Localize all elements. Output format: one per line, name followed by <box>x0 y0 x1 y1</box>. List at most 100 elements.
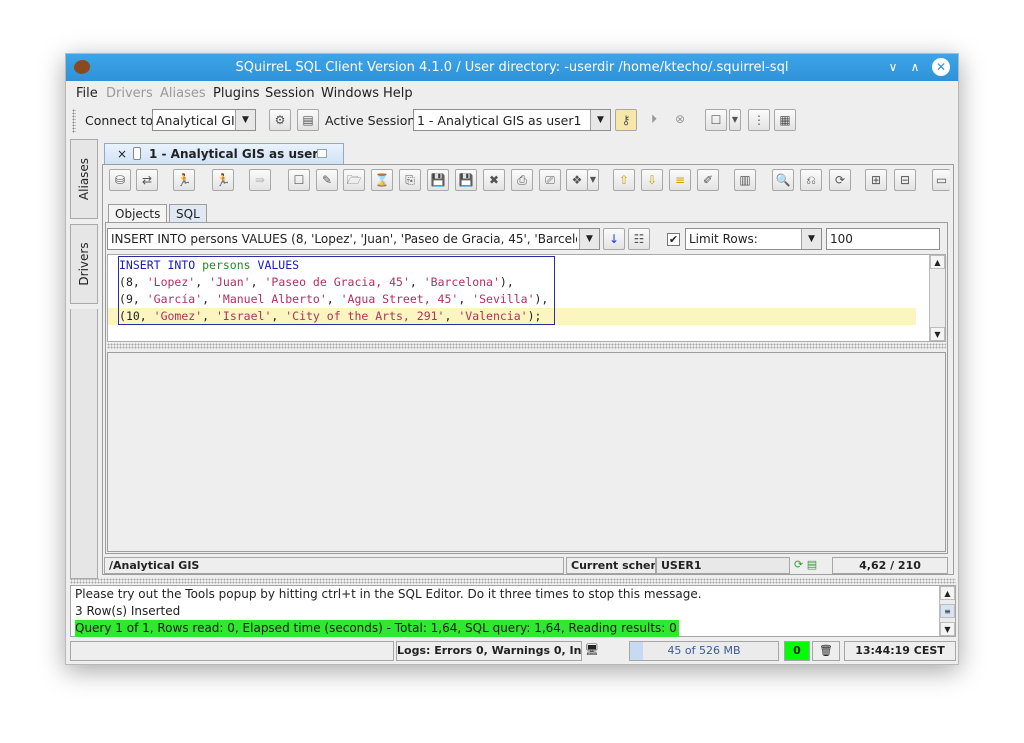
detach-icon[interactable] <box>317 149 327 158</box>
sql-history-value: INSERT INTO persons VALUES (8, 'Lopez', … <box>111 232 577 246</box>
refresh-button[interactable]: ⛁ <box>109 169 131 191</box>
menu-aliases[interactable]: Aliases <box>160 86 206 101</box>
chevron-down-icon[interactable]: ▼ <box>235 110 255 130</box>
toolbar-grip[interactable] <box>72 109 76 133</box>
bookmarks-dropdown[interactable]: ▼ <box>587 169 599 191</box>
menu-windows[interactable]: Windows <box>321 86 379 101</box>
new-session-button[interactable]: ▤ <box>297 109 319 131</box>
scroll-up-icon[interactable]: ▲ <box>930 255 945 269</box>
code-punct: ), <box>534 292 549 306</box>
minimize-button[interactable]: ∨ <box>884 58 902 76</box>
menu-session[interactable]: Session <box>265 86 315 101</box>
tree-view-button[interactable]: ⋮ <box>748 109 770 131</box>
chevron-down-icon[interactable]: ▼ <box>579 229 599 249</box>
session-properties-button[interactable]: ⚷ <box>615 109 637 131</box>
layout-button[interactable]: ▥ <box>734 169 756 191</box>
side-tab-drivers[interactable]: Drivers <box>70 224 98 304</box>
tools-button[interactable]: ✐ <box>697 169 719 191</box>
new-doc-icon: ☐ <box>293 173 305 187</box>
memory-meter[interactable]: 45 of 526 MB <box>629 641 779 661</box>
printer-icon: ⎙ <box>517 173 527 187</box>
title-bar[interactable]: SQuirreL SQL Client Version 4.1.0 / User… <box>66 54 958 81</box>
scroll-down-icon[interactable]: ▼ <box>940 622 955 636</box>
code-string: 'García' <box>146 292 203 306</box>
new-sql-button[interactable]: ☐ <box>288 169 310 191</box>
close-tab-icon[interactable]: × <box>117 147 127 161</box>
copy-to-editor-button[interactable]: ↓ <box>603 228 625 250</box>
stop-sql-button[interactable]: ⇛ <box>249 169 271 191</box>
replace-button[interactable]: ⎌ <box>800 169 822 191</box>
scroll-down-icon[interactable]: ▼ <box>930 327 945 341</box>
new-file-dropdown[interactable]: ▼ <box>729 109 741 131</box>
sql-history-combo[interactable]: INSERT INTO persons VALUES (8, 'Lopez', … <box>107 228 600 250</box>
tab-sql[interactable]: SQL <box>169 204 207 224</box>
session-tab[interactable]: × 1 - Analytical GIS as user1 <box>104 143 344 165</box>
message-splitter[interactable] <box>70 578 956 584</box>
app-status-bar: Logs: Errors 0, Warnings 0, Infos 11 🖥 4… <box>70 641 956 661</box>
side-tab-aliases[interactable]: Aliases <box>70 139 98 219</box>
print-button[interactable]: ⎙ <box>511 169 533 191</box>
next-button[interactable]: ⇩ <box>641 169 663 191</box>
connect-to-combo[interactable]: Analytical GIS ▼ <box>152 109 256 131</box>
history-list-button[interactable]: ☷ <box>628 228 650 250</box>
message-scrollbar[interactable]: ▲ ≡ ▼ <box>939 586 955 636</box>
code-line: INSERT INTO persons VALUES <box>119 257 548 274</box>
arrow-down-icon: ↓ <box>608 232 620 246</box>
limit-rows-input[interactable]: 100 <box>826 228 940 250</box>
stop-button[interactable]: ⊗ <box>669 109 691 131</box>
log-icon[interactable]: 🖥 <box>582 641 602 661</box>
menu-plugins[interactable]: Plugins <box>213 86 260 101</box>
schema-refresh-icon[interactable]: ⟳ ▤ <box>790 557 830 574</box>
save-as-button[interactable]: 💾 <box>455 169 477 191</box>
close-icon: ✖ <box>488 173 500 187</box>
connect-to-label: Connect to: <box>85 113 158 128</box>
bookmarks-button[interactable]: ❖ <box>566 169 588 191</box>
side-tab-aliases-label: Aliases <box>77 157 91 201</box>
code-punct: , <box>132 275 147 289</box>
garbage-collect-button[interactable]: 🗑 <box>812 641 840 661</box>
scroll-thumb[interactable]: ≡ <box>940 604 955 618</box>
uppercase-button[interactable]: ⊞ <box>865 169 887 191</box>
open-file-button[interactable]: 🗁 <box>343 169 365 191</box>
menu-help[interactable]: Help <box>383 86 413 101</box>
code-punct: , <box>444 309 459 323</box>
lowercase-button[interactable]: ⊟ <box>894 169 916 191</box>
memory-usage: 45 of 526 MB <box>667 644 741 657</box>
chevron-down-icon[interactable]: ▼ <box>590 110 610 130</box>
sql-editor[interactable]: INSERT INTO persons VALUES (8, 'Lopez', '… <box>107 254 946 342</box>
connect-toolbar: Connect to: Analytical GIS ▼ ⚙ ▤ Active … <box>66 105 958 137</box>
editor-scrollbar[interactable]: ▲ ▼ <box>929 255 945 341</box>
save-button[interactable]: 💾 <box>427 169 449 191</box>
more-tools-button[interactable]: ▭ <box>932 169 950 191</box>
recent-files-button[interactable]: ⌛ <box>371 169 393 191</box>
active-session-combo[interactable]: 1 - Analytical GIS as user1 ▼ <box>413 109 611 131</box>
connect-alias-button[interactable]: ⚙ <box>269 109 291 131</box>
menu-drivers[interactable]: Drivers <box>106 86 153 101</box>
edit-sql-button[interactable]: ✎ <box>316 169 338 191</box>
tab-objects[interactable]: Objects <box>108 204 168 224</box>
stop-icon: ⊗ <box>674 112 686 126</box>
find-button[interactable]: 🔍 <box>772 169 794 191</box>
chevron-down-icon[interactable]: ▼ <box>801 229 821 249</box>
run-sql-button[interactable]: 🏃 <box>173 169 195 191</box>
editor-results-splitter[interactable] <box>107 343 946 349</box>
append-file-button[interactable]: ⎘ <box>399 169 421 191</box>
clock: 13:44:19 CEST <box>844 641 956 661</box>
limit-rows-checkbox[interactable]: ✔ <box>667 233 680 246</box>
run-all-button[interactable]: 🏃 <box>212 169 234 191</box>
previous-button[interactable]: ⇧ <box>613 169 635 191</box>
clipboard-button[interactable]: ▦ <box>774 109 796 131</box>
run-button[interactable]: ⏵ <box>643 109 665 131</box>
commit-button[interactable]: ⇄ <box>136 169 158 191</box>
new-file-button[interactable]: ☐ <box>705 109 727 131</box>
close-window-button[interactable]: ✕ <box>932 58 950 76</box>
menu-file[interactable]: File <box>76 86 98 101</box>
maximize-button[interactable]: ∧ <box>906 58 924 76</box>
limit-rows-combo[interactable]: Limit Rows: ▼ <box>685 228 822 250</box>
scroll-up-icon[interactable]: ▲ <box>940 586 955 600</box>
format-button[interactable]: ≡ <box>669 169 691 191</box>
print-preview-button[interactable]: ⎚ <box>539 169 561 191</box>
session-icon <box>133 147 141 160</box>
sync-button[interactable]: ⟳ <box>829 169 851 191</box>
clear-button[interactable]: ✖ <box>483 169 505 191</box>
